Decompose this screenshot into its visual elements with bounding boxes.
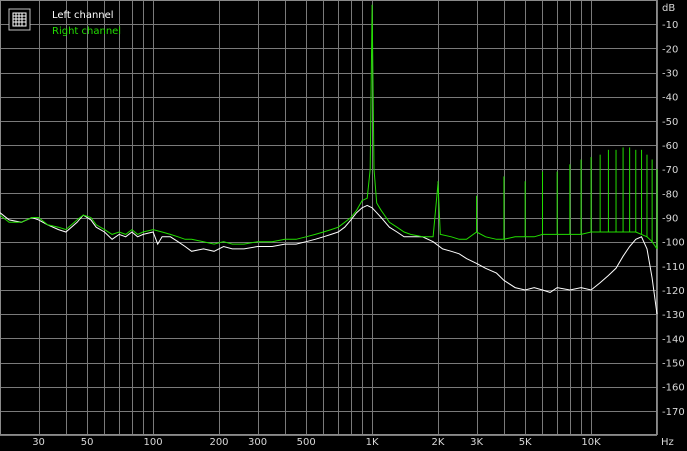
x-tick-label: 3K: [470, 437, 483, 448]
y-tick-label: -20: [662, 44, 678, 55]
y-tick-label: -150: [662, 359, 685, 370]
y-tick-label: -110: [662, 262, 685, 273]
x-tick-label: 5K: [519, 437, 532, 448]
y-tick-label: -100: [662, 238, 685, 249]
x-tick-label: 100: [144, 437, 163, 448]
x-tick-label: 50: [81, 437, 94, 448]
x-axis-unit: Hz: [661, 437, 674, 448]
x-axis-ticks: 30 50 100 200 300 500 1K 2K 3K 5K 10K: [32, 437, 601, 448]
y-tick-label: -50: [662, 117, 678, 128]
legend-label-right: Right channel: [52, 26, 121, 37]
y-tick-label: -30: [662, 69, 678, 80]
y-tick-label: -120: [662, 286, 685, 297]
spectrum-chart: -10 -20 -30 -40 -50 -60 -70 -80 -90 -100 -110 -120 -…: [0, 0, 685, 448]
x-tick-label: 10K: [581, 437, 601, 448]
x-tick-label: 500: [297, 437, 316, 448]
y-tick-label: -160: [662, 383, 685, 394]
x-tick-label: 300: [248, 437, 267, 448]
y-axis-ticks: -10 -20 -30 -40 -50 -60 -70 -80 -90 -100 -110 -120 -…: [662, 20, 685, 418]
y-tick-label: -60: [662, 141, 678, 152]
y-tick-label: -80: [662, 189, 678, 200]
x-tick-label: 1K: [366, 437, 379, 448]
plot-background: [0, 0, 657, 435]
y-tick-label: -140: [662, 334, 685, 345]
legend-icon-glyph: [12, 12, 27, 27]
y-axis-unit: dB: [662, 3, 675, 14]
y-tick-label: -170: [662, 407, 685, 418]
x-tick-label: 200: [209, 437, 228, 448]
y-tick-label: -130: [662, 310, 685, 321]
x-tick-label: 2K: [432, 437, 445, 448]
x-tick-label: 30: [32, 437, 45, 448]
y-tick-label: -90: [662, 214, 678, 225]
y-tick-label: -10: [662, 20, 678, 31]
legend-label-left: Left channel: [52, 10, 114, 21]
y-tick-label: -40: [662, 93, 678, 104]
y-tick-label: -70: [662, 165, 678, 176]
